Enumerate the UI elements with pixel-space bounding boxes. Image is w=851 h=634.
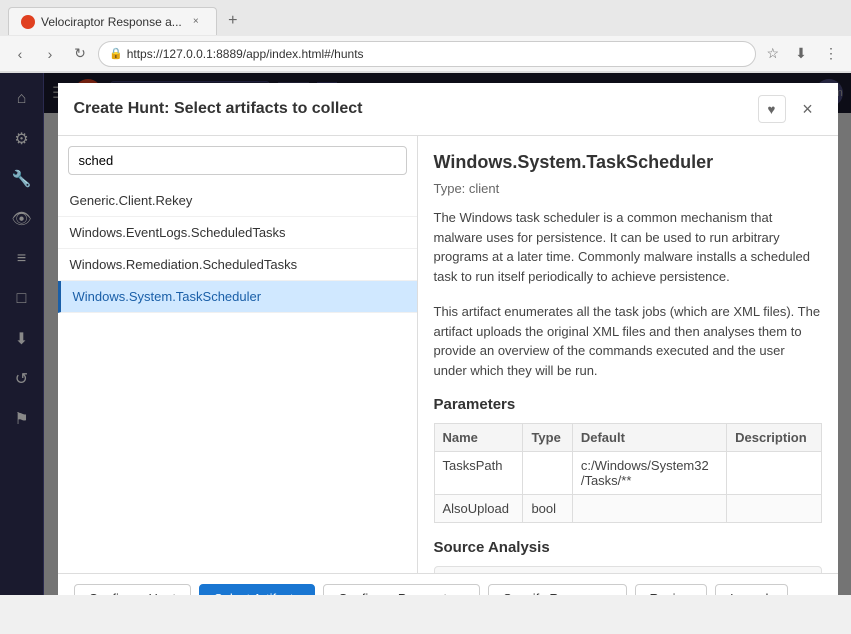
- artifact-item-generic-client-rekey[interactable]: Generic.Client.Rekey: [58, 185, 417, 217]
- main-layout: ⌂ ⚙ 🔧 👁 ≡ □ ⬇ ↺ ⚑ ☰ V 🔍 ▾ DESKTOP-DH3NS2…: [0, 73, 851, 595]
- detail-title: Windows.System.TaskScheduler: [434, 152, 822, 173]
- specify-resources-button[interactable]: Specify Resources: [488, 584, 626, 595]
- modal-header-actions: ♥ ×: [758, 95, 822, 123]
- launch-button[interactable]: Launch: [715, 584, 788, 595]
- lock-icon: 🔒: [109, 47, 123, 60]
- modal-title: Create Hunt: Select artifacts to collect: [74, 100, 363, 118]
- parameters-table: Name Type Default Description TasksPath: [434, 423, 822, 523]
- param-desc-taskspath: [727, 452, 821, 495]
- select-artifacts-button[interactable]: Select Artifacts: [199, 584, 315, 595]
- code-block: 1 LET Uploads = SELECT Name , FullPath: [434, 566, 822, 573]
- modal-overlay: Create Hunt: Select artifacts to collect…: [44, 73, 851, 595]
- favorite-button[interactable]: ♥: [758, 95, 786, 123]
- back-button[interactable]: ‹: [8, 42, 32, 66]
- tab-bar: Velociraptor Response a... × +: [0, 0, 851, 36]
- new-tab-button[interactable]: +: [221, 9, 245, 33]
- review-button[interactable]: Review: [635, 584, 708, 595]
- sidebar-icon-settings[interactable]: ⚙: [4, 121, 40, 157]
- sidebar-icon-refresh[interactable]: ↺: [4, 361, 40, 397]
- source-title: Source Analysis: [434, 539, 822, 556]
- sidebar-icon-flag[interactable]: ⚑: [4, 401, 40, 437]
- browser-chrome: Velociraptor Response a... × + ‹ › ↻ 🔒 h…: [0, 0, 851, 73]
- detail-description-1: The Windows task scheduler is a common m…: [434, 208, 822, 286]
- artifact-search-input[interactable]: [68, 146, 407, 175]
- modal-footer: Configure Hunt Select Artifacts Configur…: [58, 573, 838, 595]
- download-button[interactable]: ⬇: [789, 42, 813, 66]
- close-button[interactable]: ×: [794, 95, 822, 123]
- table-row: AlsoUpload bool: [434, 495, 821, 523]
- param-type-taskspath: [523, 452, 572, 495]
- detail-type: Type: client: [434, 181, 822, 196]
- url-bar[interactable]: 🔒 https://127.0.0.1:8889/app/index.html#…: [98, 41, 756, 67]
- modal-body: Generic.Client.Rekey Windows.EventLogs.S…: [58, 136, 838, 573]
- tab-close-button[interactable]: ×: [188, 14, 204, 30]
- sidebar-icon-down[interactable]: ⬇: [4, 321, 40, 357]
- artifact-item-windows-system-taskscheduler[interactable]: Windows.System.TaskScheduler: [58, 281, 417, 313]
- sidebar-icon-tools[interactable]: 🔧: [4, 161, 40, 197]
- right-panel: Windows.System.TaskScheduler Type: clien…: [418, 136, 838, 573]
- table-row: TasksPath c:/Windows/System32 /Tasks/**: [434, 452, 821, 495]
- col-description: Description: [727, 424, 821, 452]
- param-default-taskspath: c:/Windows/System32 /Tasks/**: [572, 452, 726, 495]
- content-area: ☰ V 🔍 ▾ DESKTOP-DH3NS2P.home.arpa Connec…: [44, 73, 851, 595]
- modal-dialog: Create Hunt: Select artifacts to collect…: [58, 83, 838, 595]
- source-section: Source Analysis 1 LET Uploads = SELECT N…: [434, 539, 822, 573]
- artifact-list: Generic.Client.Rekey Windows.EventLogs.S…: [58, 185, 417, 573]
- col-name: Name: [434, 424, 523, 452]
- param-name-taskspath: TasksPath: [434, 452, 523, 495]
- modal-header: Create Hunt: Select artifacts to collect…: [58, 83, 838, 136]
- left-panel: Generic.Client.Rekey Windows.EventLogs.S…: [58, 136, 418, 573]
- sidebar: ⌂ ⚙ 🔧 👁 ≡ □ ⬇ ↺ ⚑: [0, 73, 44, 595]
- bookmark-button[interactable]: ☆: [762, 45, 783, 62]
- browser-tab[interactable]: Velociraptor Response a... ×: [8, 7, 217, 35]
- url-text: https://127.0.0.1:8889/app/index.html#/h…: [127, 47, 364, 61]
- parameters-section-title: Parameters: [434, 396, 822, 413]
- tab-favicon: [21, 15, 35, 29]
- detail-description-2: This artifact enumerates all the task jo…: [434, 302, 822, 380]
- col-type: Type: [523, 424, 572, 452]
- param-type-alsoupload: bool: [523, 495, 572, 523]
- refresh-button[interactable]: ↻: [68, 42, 92, 66]
- artifact-item-windows-remediation-scheduledtasks[interactable]: Windows.Remediation.ScheduledTasks: [58, 249, 417, 281]
- configure-hunt-button[interactable]: Configure Hunt: [74, 584, 191, 595]
- configure-parameters-button[interactable]: Configure Parameters: [323, 584, 480, 595]
- sidebar-icon-box[interactable]: □: [4, 281, 40, 317]
- param-default-alsoupload: [572, 495, 726, 523]
- param-name-alsoupload: AlsoUpload: [434, 495, 523, 523]
- artifact-item-windows-eventlogs-scheduledtasks[interactable]: Windows.EventLogs.ScheduledTasks: [58, 217, 417, 249]
- menu-button[interactable]: ⋮: [819, 42, 843, 66]
- sidebar-icon-view[interactable]: 👁: [4, 201, 40, 237]
- address-bar: ‹ › ↻ 🔒 https://127.0.0.1:8889/app/index…: [0, 36, 851, 72]
- tab-title: Velociraptor Response a...: [41, 15, 182, 29]
- sidebar-icon-home[interactable]: ⌂: [4, 81, 40, 117]
- forward-button[interactable]: ›: [38, 42, 62, 66]
- param-desc-alsoupload: [727, 495, 821, 523]
- col-default: Default: [572, 424, 726, 452]
- sidebar-icon-list[interactable]: ≡: [4, 241, 40, 277]
